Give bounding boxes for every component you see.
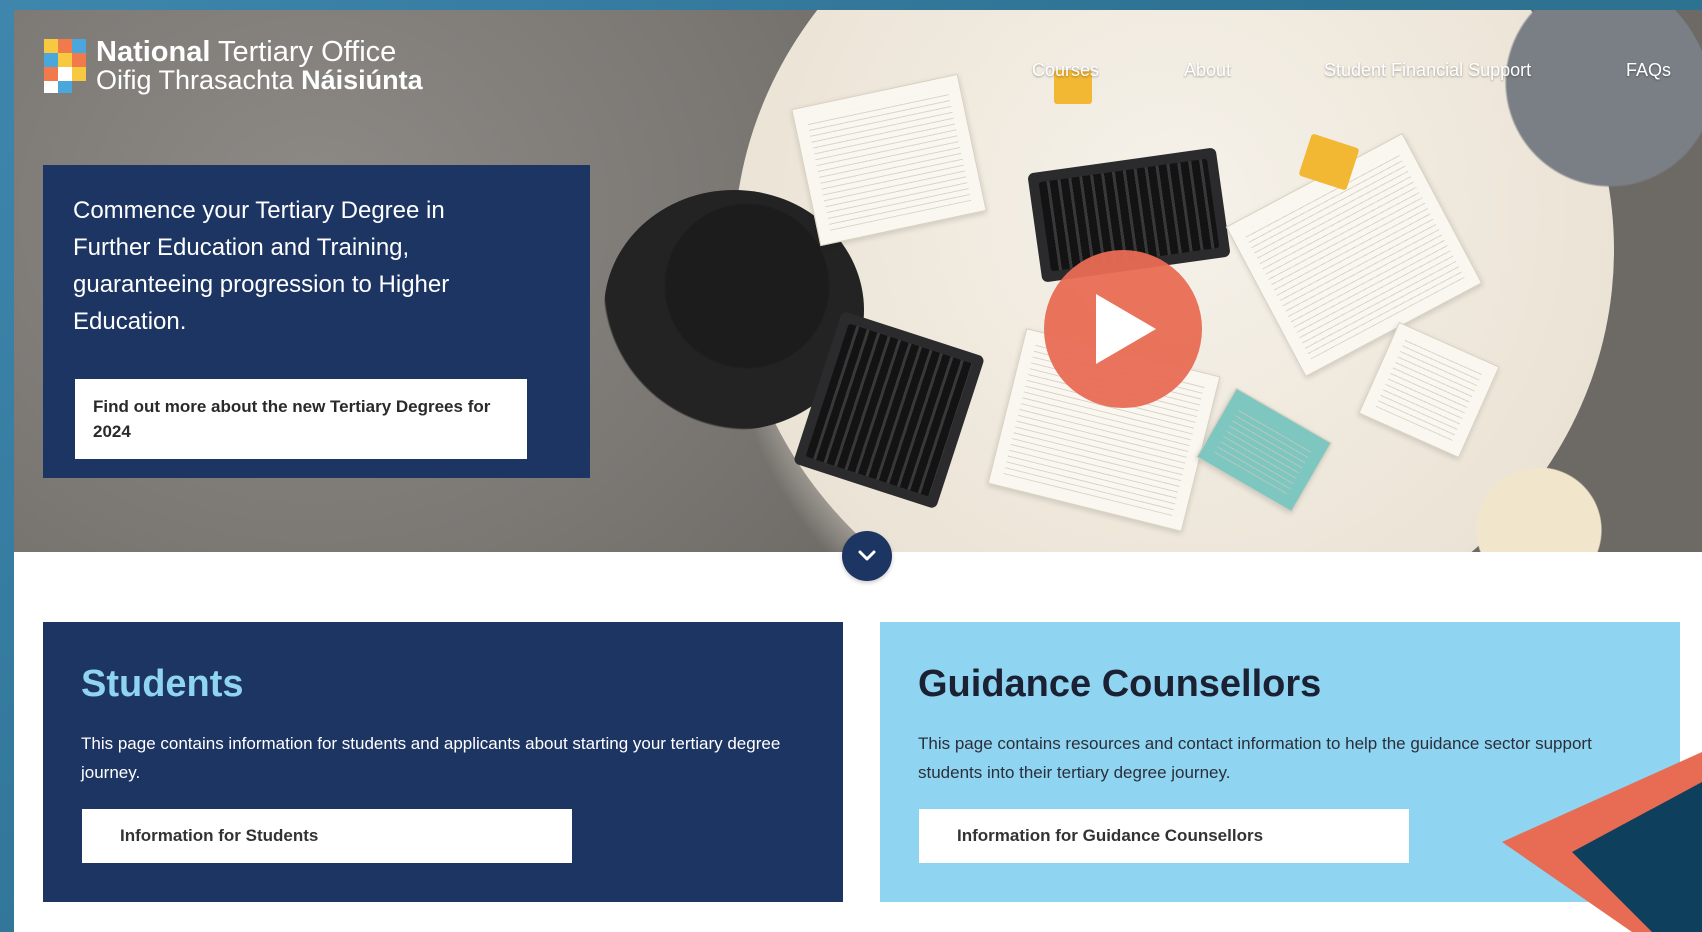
logo-mark-icon (44, 39, 88, 93)
chevron-down-icon (858, 550, 876, 561)
corner-decoration (1502, 752, 1702, 932)
hero-card: Commence your Tertiary Degree in Further… (43, 165, 590, 478)
guidance-panel-title: Guidance Counsellors (918, 663, 1322, 705)
information-for-guidance-counsellors-button[interactable]: Information for Guidance Counsellors (919, 809, 1409, 863)
logo-text: National Tertiary Office Oifig Thrasacht… (96, 36, 423, 95)
play-icon (1096, 294, 1156, 364)
video-play-button[interactable] (1044, 250, 1202, 408)
hero-heading: Commence your Tertiary Degree in Further… (73, 197, 450, 335)
logo-line1-bold: National (96, 36, 211, 68)
logo-line1-rest: Tertiary Office (210, 36, 397, 68)
logo-line2-rest: Oifig Thrasachta (96, 65, 302, 95)
hero-find-out-more-button[interactable]: Find out more about the new Tertiary Deg… (75, 379, 527, 459)
scroll-down-button[interactable] (842, 531, 892, 581)
nav-item-courses[interactable]: Courses (1032, 60, 1099, 81)
students-panel: Students This page contains information … (43, 622, 843, 902)
hero-section: National Tertiary Office Oifig Thrasacht… (14, 10, 1702, 552)
information-for-students-button[interactable]: Information for Students (82, 809, 572, 863)
nav-item-about[interactable]: About (1184, 60, 1231, 81)
site-logo[interactable]: National Tertiary Office Oifig Thrasacht… (44, 38, 423, 94)
students-panel-title: Students (81, 663, 244, 705)
students-panel-text: This page contains information for stude… (81, 734, 781, 782)
nav-item-faqs[interactable]: FAQs (1626, 60, 1671, 81)
nav-item-student-financial-support[interactable]: Student Financial Support (1324, 60, 1531, 81)
page-frame: National Tertiary Office Oifig Thrasacht… (14, 10, 1702, 932)
logo-line2-bold: Náisiúnta (301, 65, 423, 95)
